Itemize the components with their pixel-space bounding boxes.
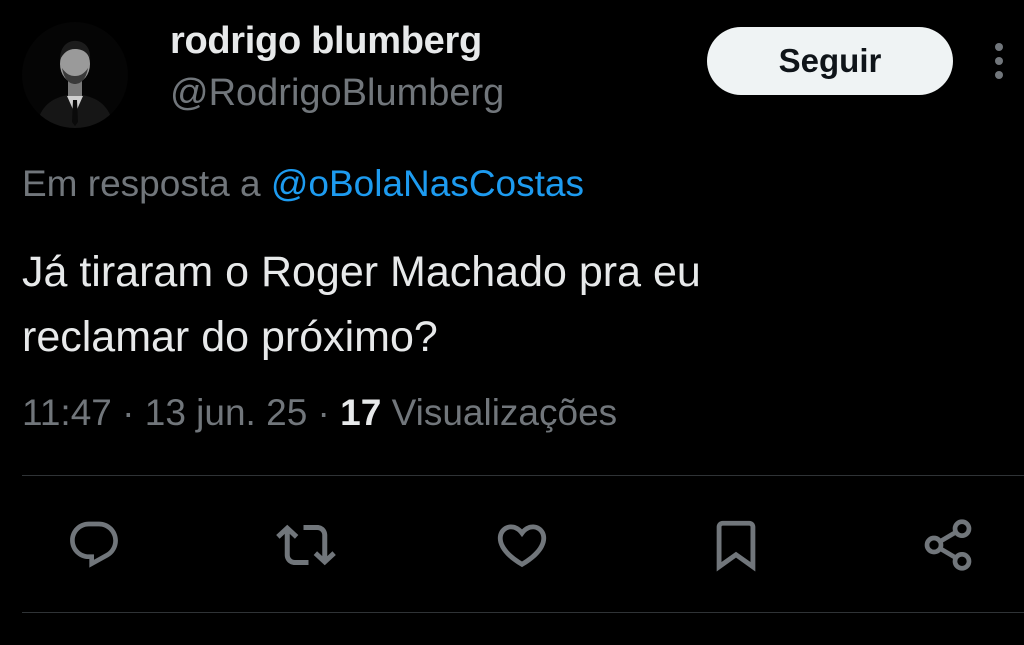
divider <box>22 475 1024 476</box>
profile-photo <box>22 22 128 128</box>
meta-separator: · <box>307 392 341 433</box>
tweet-text: Já tiraram o Roger Machado pra eu reclam… <box>22 240 1002 370</box>
like-button[interactable] <box>492 515 552 575</box>
author-display-name[interactable]: rodrigo blumberg <box>170 20 482 63</box>
divider <box>22 612 1024 613</box>
views-count[interactable]: 17 <box>340 392 381 433</box>
meta-separator: · <box>111 392 145 433</box>
share-button[interactable] <box>918 515 978 575</box>
tweet-text-line: Já tiraram o Roger Machado pra eu <box>22 248 701 296</box>
tweet-time[interactable]: 11:47 <box>22 392 112 433</box>
reply-icon <box>70 521 118 568</box>
avatar[interactable] <box>22 22 128 128</box>
views-label[interactable]: Visualizações <box>381 392 618 433</box>
tweet-date[interactable]: 13 jun. 25 <box>145 392 308 433</box>
more-vertical-icon[interactable] <box>986 40 1012 82</box>
bookmark-icon <box>716 520 756 572</box>
retweet-button[interactable] <box>276 515 336 575</box>
tweet-text-line: reclamar do próximo? <box>22 313 438 361</box>
follow-button[interactable]: Seguir <box>707 27 953 95</box>
reply-button[interactable] <box>64 515 124 575</box>
bookmark-button[interactable] <box>706 515 766 575</box>
reply-prefix: Em resposta a <box>22 163 271 204</box>
reply-mention-link[interactable]: @oBolaNasCostas <box>271 163 584 204</box>
like-icon <box>497 524 547 568</box>
author-handle[interactable]: @RodrigoBlumberg <box>170 72 504 115</box>
reply-context: Em resposta a @oBolaNasCostas <box>22 163 584 205</box>
tweet-meta: 11:47 · 13 jun. 25 · 17 Visualizações <box>22 392 617 434</box>
retweet-icon <box>276 524 336 566</box>
share-icon <box>924 519 972 571</box>
